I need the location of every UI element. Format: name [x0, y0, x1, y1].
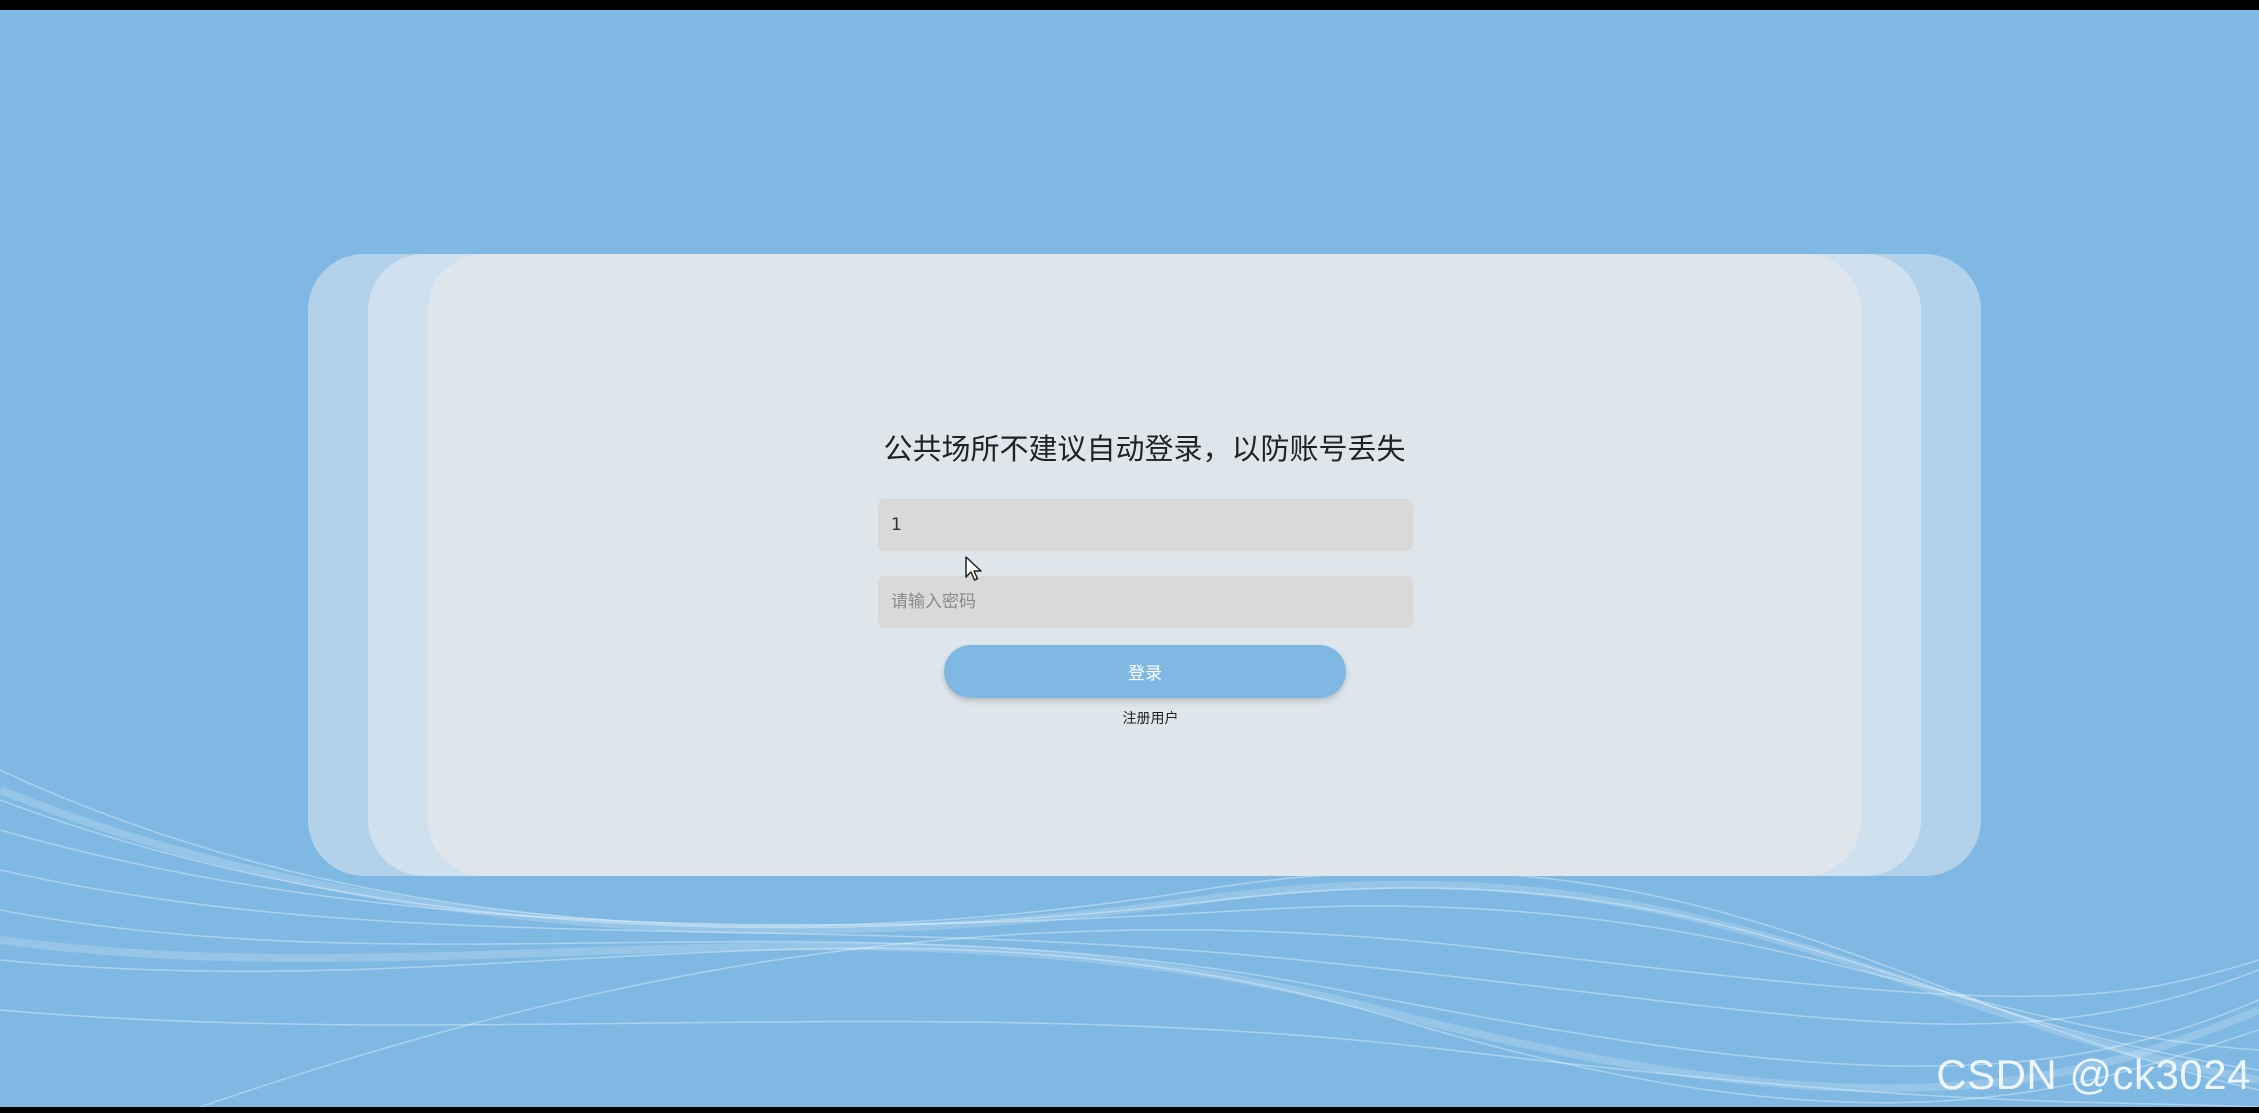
- watermark: CSDN @ck3024: [1936, 1051, 2251, 1098]
- page-background: 公共场所不建议自动登录，以防账号丢失 登录 注册用户 CSDN @ck3024: [0, 10, 2259, 1107]
- register-link[interactable]: 注册用户: [428, 708, 1861, 728]
- arrow-cursor-icon: [965, 556, 982, 581]
- password-input[interactable]: [878, 576, 1413, 628]
- login-title: 公共场所不建议自动登录，以防账号丢失: [883, 432, 1406, 466]
- login-button[interactable]: 登录: [944, 645, 1346, 698]
- login-card: 公共场所不建议自动登录，以防账号丢失 登录 注册用户: [428, 254, 1861, 876]
- username-input[interactable]: [878, 499, 1413, 551]
